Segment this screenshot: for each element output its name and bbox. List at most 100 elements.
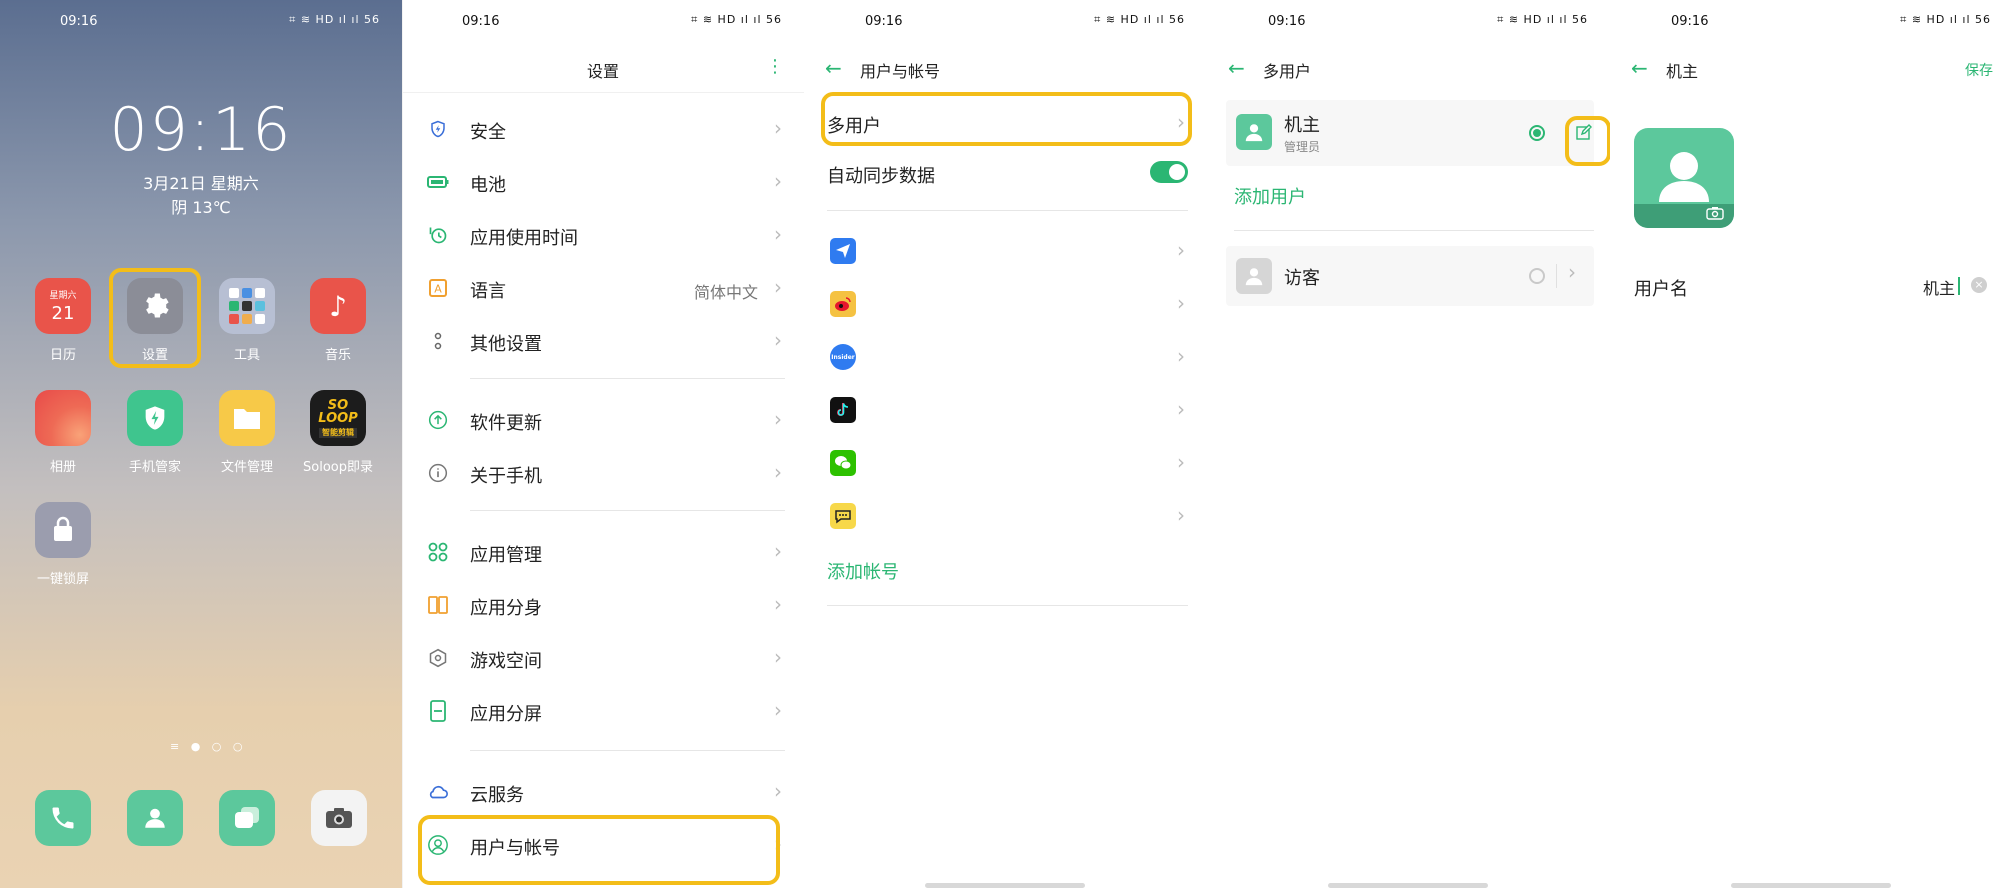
chevron-right-icon: › — [774, 698, 782, 722]
settings-item-app-usage-time[interactable]: 应用使用时间 › — [402, 210, 804, 260]
add-user-link[interactable]: 添加用户 — [1234, 183, 1306, 209]
calendar-icon: 星期六 21 — [35, 278, 91, 334]
account-row-weibo[interactable]: › — [805, 279, 1207, 329]
app-tools[interactable]: 工具 — [207, 278, 287, 363]
chevron-right-icon[interactable]: › — [1568, 260, 1576, 284]
app-one-key-lock[interactable]: 一键锁屏 — [23, 502, 103, 587]
messages-icon[interactable] — [219, 790, 275, 846]
more-menu-icon[interactable]: ⋮ — [766, 56, 784, 77]
chevron-right-icon: › — [774, 539, 782, 563]
settings-item-label: 安全 — [470, 122, 506, 143]
home-weather: 阴 13℃ — [171, 198, 231, 217]
section-divider — [827, 210, 1188, 211]
section-divider — [470, 510, 785, 511]
status-time: 09:16 — [462, 14, 500, 29]
settings-item-split-screen[interactable]: 应用分屏 › — [402, 686, 804, 736]
settings-item-label: 云服务 — [470, 785, 524, 806]
chevron-right-icon: › — [774, 169, 782, 193]
header-divider — [402, 92, 804, 93]
owner-selected-radio[interactable] — [1529, 125, 1545, 141]
status-time: 09:16 — [1268, 14, 1306, 29]
app-calendar[interactable]: 星期六 21 日历 — [23, 278, 103, 363]
update-arrow-icon — [427, 409, 449, 431]
status-icons: ⌗ ≋ HD ıl ıl 56 — [1497, 13, 1588, 26]
settings-item-other-settings[interactable]: 其他设置 › — [402, 316, 804, 366]
settings-item-cloud-service[interactable]: 云服务 › — [402, 767, 804, 817]
app-phone-manager[interactable]: 手机管家 — [115, 390, 195, 475]
username-input[interactable]: 机主 — [1923, 275, 1955, 299]
settings-item-battery[interactable]: 电池 › — [402, 157, 804, 207]
add-account-link[interactable]: 添加帐号 — [827, 558, 899, 584]
settings-item-app-clone[interactable]: 应用分身 › — [402, 580, 804, 630]
status-time: 09:16 — [60, 14, 98, 29]
auto-sync-label: 自动同步数据 — [827, 166, 935, 187]
section-divider — [470, 750, 785, 751]
auto-sync-toggle[interactable] — [1150, 161, 1188, 183]
shield-icon — [127, 390, 183, 446]
app-gallery[interactable]: 相册 — [23, 390, 103, 475]
home-indicator-bar — [925, 883, 1085, 888]
auto-sync-row: 自动同步数据 — [805, 148, 1207, 198]
other-settings-icon — [427, 330, 449, 352]
highlight-box-multi-user — [821, 92, 1192, 146]
app-label: 一键锁屏 — [36, 572, 89, 587]
status-time: 09:16 — [1671, 14, 1709, 29]
username-label: 用户名 — [1634, 279, 1688, 300]
settings-item-security[interactable]: 安全 › — [402, 104, 804, 154]
back-arrow-icon[interactable]: ← — [1228, 56, 1245, 80]
settings-item-about-phone[interactable]: 关于手机 › — [402, 448, 804, 498]
app-soloop[interactable]: SO LOOP 智能剪辑 Soloop即录 — [298, 390, 378, 475]
settings-item-label: 应用管理 — [470, 545, 542, 566]
usage-clock-icon — [427, 224, 449, 246]
settings-item-label: 电池 — [470, 175, 506, 196]
back-arrow-icon[interactable]: ← — [825, 56, 842, 80]
split-screen-icon — [427, 700, 449, 722]
settings-item-label: 游戏空间 — [470, 651, 542, 672]
guest-user-card[interactable]: 访客 › — [1226, 246, 1594, 306]
clear-input-icon[interactable]: × — [1971, 277, 1987, 293]
lock-bag-icon — [35, 502, 91, 558]
battery-icon — [427, 171, 449, 193]
guest-avatar-icon — [1236, 258, 1272, 294]
settings-item-app-management[interactable]: 应用管理 › — [402, 527, 804, 577]
chevron-right-icon: › — [1177, 291, 1185, 315]
contacts-icon[interactable] — [127, 790, 183, 846]
settings-item-label: 应用分屏 — [470, 704, 542, 725]
settings-item-software-update[interactable]: 软件更新 › — [402, 395, 804, 445]
account-row-feishu[interactable]: › — [805, 226, 1207, 276]
page-title: 机主 — [1666, 62, 1699, 81]
owner-edit-header: ← 机主 保存 — [1611, 56, 2013, 86]
svg-text:A: A — [434, 283, 442, 296]
home-indicator-bar — [1731, 883, 1891, 888]
phone-icon[interactable] — [35, 790, 91, 846]
page-title: 用户与帐号 — [860, 62, 941, 81]
camera-small-icon[interactable] — [1706, 205, 1724, 224]
highlight-box-settings — [109, 268, 201, 368]
account-row-insider[interactable]: Insider › — [805, 332, 1207, 382]
insider-icon: Insider — [830, 344, 856, 370]
screenshot-collage: 09:16 ⌗ ≋ HD ıl ıl 56 09:16 3月21日 星期六 阴 … — [0, 0, 2013, 888]
settings-item-game-space[interactable]: 游戏空间 › — [402, 633, 804, 683]
app-label: 工具 — [233, 348, 260, 363]
chevron-right-icon: › — [774, 779, 782, 803]
account-row-chat-app[interactable]: › — [805, 491, 1207, 541]
app-music[interactable]: ♪ 音乐 — [298, 278, 378, 363]
status-icons: ⌗ ≋ HD ıl ıl 56 — [1094, 13, 1185, 26]
section-divider — [1234, 230, 1594, 231]
owner-avatar-large[interactable] — [1634, 128, 1734, 228]
guest-radio[interactable] — [1529, 268, 1545, 284]
language-icon: A — [427, 277, 449, 299]
home-clock: 09:16 — [109, 95, 293, 165]
owner-user-card[interactable]: 机主 管理员 — [1226, 100, 1594, 166]
gallery-icon — [35, 390, 91, 446]
camera-icon[interactable] — [311, 790, 367, 846]
chevron-right-icon: › — [1177, 450, 1185, 474]
status-bar: 09:16 ⌗ ≋ HD ıl ıl 56 — [1208, 10, 1610, 34]
app-label: 日历 — [49, 348, 76, 363]
account-row-tiktok[interactable]: › — [805, 385, 1207, 435]
settings-item-language[interactable]: A 语言 简体中文 › — [402, 263, 804, 313]
back-arrow-icon[interactable]: ← — [1631, 56, 1648, 80]
app-file-manager[interactable]: 文件管理 — [207, 390, 287, 475]
account-row-wechat[interactable]: › — [805, 438, 1207, 488]
save-button[interactable]: 保存 — [1965, 60, 1993, 80]
